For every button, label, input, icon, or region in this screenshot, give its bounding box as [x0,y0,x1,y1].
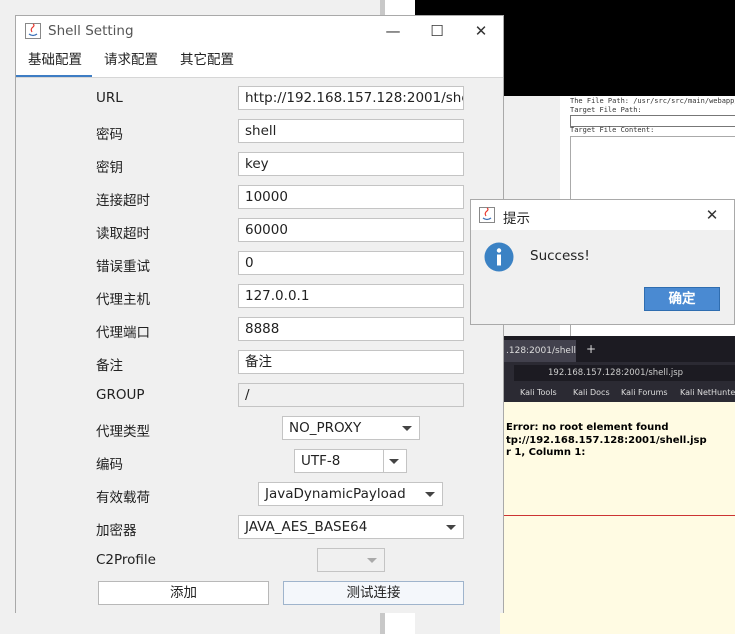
retry-input[interactable]: 0 [238,251,464,275]
proxy-type-value: NO_PROXY [289,420,362,436]
chevron-down-icon [446,525,456,530]
address-bar[interactable]: 192.168.157.128:2001/shell.jsp [514,365,735,381]
tab-basic-config[interactable]: 基础配置 [28,45,82,75]
bookmark-kali-tools[interactable]: Kali Tools [520,384,557,402]
bookmarks-bar: Kali Tools Kali Docs Kali Forums Kali Ne… [500,384,735,402]
xml-error-line-3: r 1, Column 1: [506,447,586,458]
shell-setting-titlebar[interactable]: Shell Setting — ☐ ✕ [16,16,503,46]
group-input: / [238,383,464,407]
window-title: Shell Setting [48,23,134,39]
proxy-port-label: 代理端口 [96,325,150,341]
xml-error-line-1: Error: no root element found [506,422,669,433]
chevron-down-icon [425,492,435,497]
add-button[interactable]: 添加 [98,581,269,605]
encoding-select[interactable]: UTF-8 [294,449,407,473]
cryption-label: 加密器 [96,523,137,539]
url-label: URL [96,90,123,106]
new-tab-icon[interactable]: + [586,342,596,356]
proxy-type-select[interactable]: NO_PROXY [282,416,420,440]
secret-key-label: 密钥 [96,160,123,176]
encoding-divider [383,450,384,472]
encoding-value: UTF-8 [301,453,341,469]
java-icon [25,23,41,39]
dialog-titlebar[interactable]: 提示 ✕ [471,200,734,230]
proxy-type-label: 代理类型 [96,424,150,440]
bookmark-kali-forums[interactable]: Kali Forums [621,384,668,402]
target-path-label: Target File Path: [570,106,642,114]
address-text: 192.168.157.128:2001/shell.jsp [548,368,684,378]
payload-select[interactable]: JavaDynamicPayload [258,482,443,506]
tab-other-config[interactable]: 其它配置 [180,45,234,75]
success-dialog: 提示 ✕ Success! 确定 [470,199,735,325]
secret-key-input[interactable]: key [238,152,464,176]
browser-tab[interactable]: .128:2001/shell.js [500,340,576,362]
connect-timeout-input[interactable]: 10000 [238,185,464,209]
maximize-button[interactable]: ☐ [415,16,459,46]
xml-error-divider [500,515,735,516]
remark-label: 备注 [96,358,123,374]
test-connection-button[interactable]: 测试连接 [283,581,464,605]
xml-error-line-2: tp://192.168.157.128:2001/shell.jsp [506,434,707,446]
bookmark-kali-nethunter[interactable]: Kali NetHunter [680,384,735,402]
cryption-select[interactable]: JAVA_AES_BASE64 [238,515,464,539]
group-label: GROUP [96,387,145,403]
target-content-label: Target File Content: [570,126,655,134]
payload-label: 有效载荷 [96,490,150,506]
proxy-host-label: 代理主机 [96,292,150,308]
chevron-down-icon [367,558,377,563]
tab-request-config[interactable]: 请求配置 [104,45,158,75]
file-path-label: The File Path: /usr/src/src/main/webapp/… [570,97,735,105]
chevron-down-icon [389,459,399,464]
password-label: 密码 [96,127,123,143]
url-input[interactable]: http://192.168.157.128:2001/shell.jsp [238,86,464,110]
cryption-value: JAVA_AES_BASE64 [245,519,368,535]
c2profile-label: C2Profile [96,552,156,568]
password-input[interactable]: shell [238,119,464,143]
retry-label: 错误重试 [96,259,150,275]
dialog-title: 提示 [503,211,530,227]
chevron-down-icon [402,426,412,431]
proxy-host-input[interactable]: 127.0.0.1 [238,284,464,308]
close-button[interactable]: ✕ [459,16,503,46]
bookmark-kali-docs[interactable]: Kali Docs [573,384,610,402]
dialog-close-button[interactable]: ✕ [690,200,734,230]
read-timeout-label: 读取超时 [96,226,150,242]
browser-tab-label: .128:2001/shell.js [506,346,576,356]
read-timeout-input[interactable]: 60000 [238,218,464,242]
encoding-label: 编码 [96,457,123,473]
dialog-message: Success! [530,248,590,264]
c2profile-select [317,548,385,572]
browser-window: .128:2001/shell.js + 192.168.157.128:200… [500,336,735,634]
minimize-button[interactable]: — [371,16,415,46]
java-icon [479,207,495,223]
ok-button[interactable]: 确定 [644,287,720,311]
info-icon [484,242,514,272]
xml-error-text: Error: no root element found tp://192.16… [506,422,707,460]
remark-input[interactable]: 备注 [238,350,464,374]
proxy-port-input[interactable]: 8888 [238,317,464,341]
connect-timeout-label: 连接超时 [96,193,150,209]
payload-value: JavaDynamicPayload [265,486,406,502]
